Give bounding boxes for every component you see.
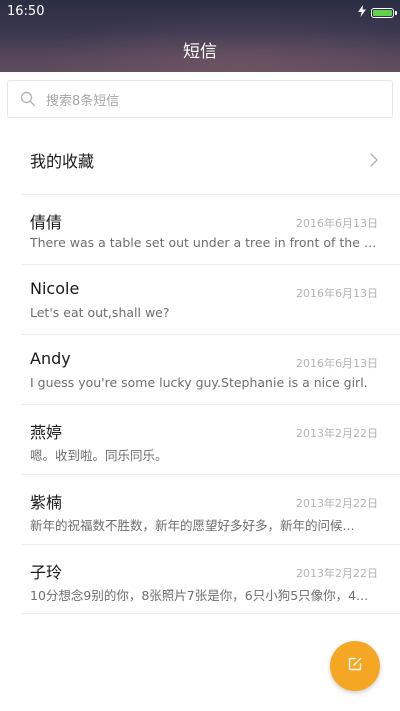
conversation-item[interactable]: 子玲 2013年2月22日 10分想念9别的你，8张照片7张是你，6只小狗5只像… bbox=[22, 544, 400, 614]
conversation-item[interactable]: 紫楠 2013年2月22日 新年的祝福数不胜数，新年的愿望好多好多，新年的问候.… bbox=[22, 474, 400, 544]
search-input[interactable]: 搜索8条短信 bbox=[7, 80, 393, 118]
conversation-item[interactable]: Nicole 2016年6月13日 Let's eat out,shall we… bbox=[22, 264, 400, 334]
status-indicators bbox=[358, 5, 397, 20]
message-preview: I guess you're some lucky guy.Stephanie … bbox=[30, 375, 368, 390]
favorites-row[interactable]: 我的收藏 bbox=[0, 127, 400, 193]
message-date: 2016年6月13日 bbox=[296, 357, 378, 370]
contact-name: Andy bbox=[30, 349, 71, 368]
chevron-right-icon bbox=[369, 151, 379, 169]
message-date: 2013年2月22日 bbox=[296, 497, 378, 510]
page-title: 短信 bbox=[183, 42, 217, 62]
conversation-item[interactable]: 倩倩 2016年6月13日 There was a table set out … bbox=[22, 194, 400, 264]
message-preview: There was a table set out under a tree i… bbox=[30, 235, 377, 250]
conversation-item[interactable]: Andy 2016年6月13日 I guess you're some luck… bbox=[22, 334, 400, 404]
battery-level-fill bbox=[373, 9, 392, 16]
message-date: 2016年6月13日 bbox=[296, 217, 378, 230]
favorites-label: 我的收藏 bbox=[30, 152, 95, 171]
sms-app-screen: 16:50 短信 搜索8条短信 我的收藏 倩倩 2016年6月13日 There… bbox=[0, 0, 400, 711]
app-header: 16:50 短信 bbox=[0, 0, 400, 72]
contact-name: 燕婷 bbox=[30, 423, 63, 442]
message-preview: 新年的祝福数不胜数，新年的愿望好多好多，新年的问候... bbox=[30, 518, 355, 533]
message-date: 2013年2月22日 bbox=[296, 567, 378, 580]
contact-name: 子玲 bbox=[30, 563, 63, 582]
message-date: 2016年6月13日 bbox=[296, 287, 378, 300]
contact-name: 倩倩 bbox=[30, 213, 63, 232]
search-placeholder: 搜索8条短信 bbox=[46, 93, 120, 109]
charging-bolt-icon bbox=[358, 5, 366, 20]
conversation-list: 倩倩 2016年6月13日 There was a table set out … bbox=[0, 194, 400, 614]
compose-icon bbox=[347, 656, 363, 676]
compose-button[interactable] bbox=[330, 641, 380, 691]
message-date: 2013年2月22日 bbox=[296, 427, 378, 440]
message-preview: Let's eat out,shall we? bbox=[30, 305, 170, 320]
message-preview: 10分想念9别的你，8张照片7张是你，6只小狗5只像你，4... bbox=[30, 588, 369, 603]
contact-name: Nicole bbox=[30, 279, 80, 298]
message-preview: 嗯。收到啦。同乐同乐。 bbox=[30, 448, 168, 463]
search-icon bbox=[18, 89, 38, 109]
conversation-item[interactable]: 燕婷 2013年2月22日 嗯。收到啦。同乐同乐。 bbox=[22, 404, 400, 474]
battery-icon bbox=[371, 7, 397, 18]
status-time: 16:50 bbox=[7, 4, 45, 19]
contact-name: 紫楠 bbox=[30, 493, 63, 512]
